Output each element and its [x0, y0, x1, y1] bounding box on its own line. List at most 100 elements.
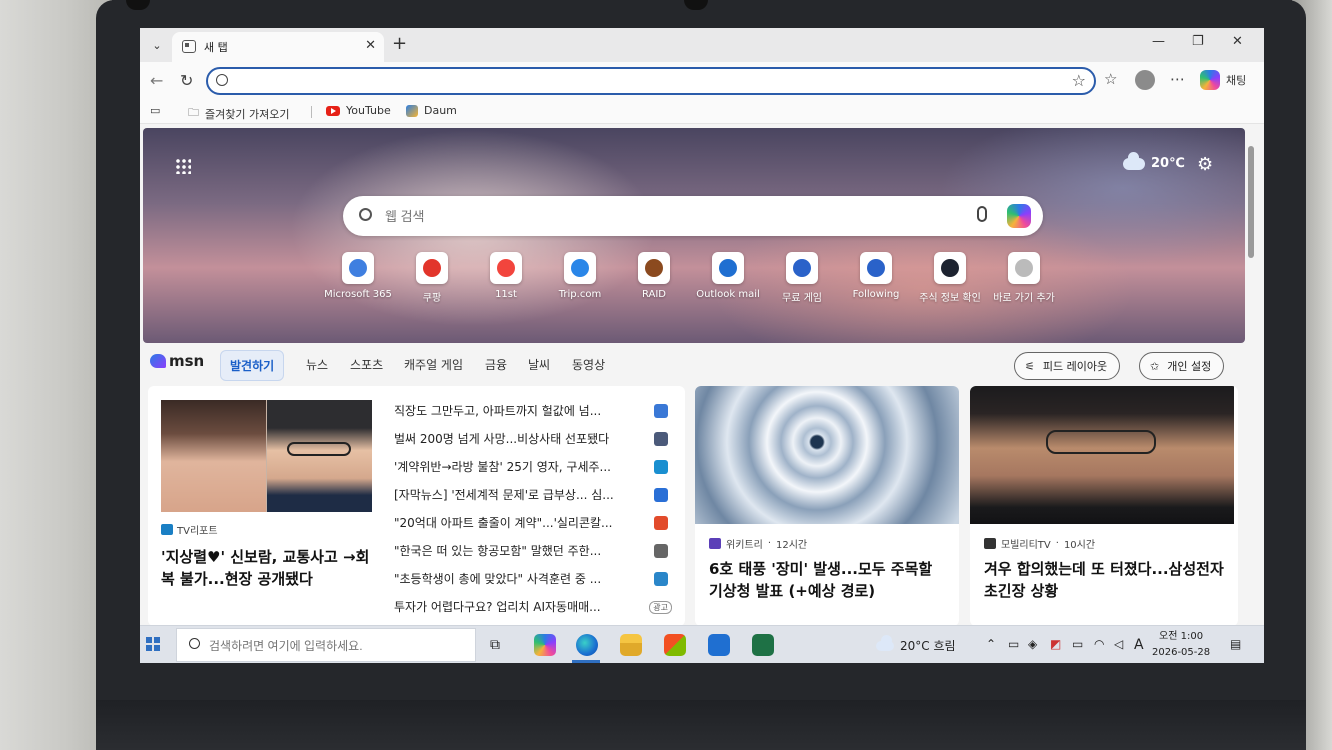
- lead-story-source: TV리포트: [161, 522, 218, 537]
- lead-story-image[interactable]: [161, 400, 372, 512]
- tray-app-icon[interactable]: ▭: [1008, 637, 1019, 651]
- notification-icon[interactable]: ▤: [1230, 637, 1241, 651]
- typhoon-image: [695, 386, 959, 524]
- tab-close-icon[interactable]: ✕: [365, 38, 376, 53]
- address-bar[interactable]: ☆: [206, 67, 1096, 95]
- web-search-box[interactable]: [343, 196, 1043, 236]
- refresh-button[interactable]: ↻: [180, 71, 193, 90]
- tile-mark: [867, 259, 885, 277]
- tile-following[interactable]: Following: [836, 252, 916, 300]
- headline-item[interactable]: 벌써 200명 넘게 사망...비상사태 선포됐다: [394, 430, 674, 450]
- tray-security-icon[interactable]: ◈: [1028, 637, 1037, 651]
- headline-item[interactable]: [자막뉴스] '전세계적 문제'로 급부상... 심...: [394, 486, 674, 506]
- msn-logo[interactable]: msn: [150, 352, 204, 370]
- more-menu-icon[interactable]: ⋯: [1170, 70, 1185, 88]
- task-view-icon[interactable]: ⧉: [490, 637, 500, 653]
- raid-icon: [638, 252, 670, 284]
- file-explorer-icon[interactable]: [620, 634, 642, 656]
- tile-raid[interactable]: RAID: [614, 252, 694, 300]
- favorite-daum[interactable]: Daum: [406, 104, 457, 117]
- tab-actions-menu[interactable]: ⌄: [146, 36, 168, 56]
- copilot-label[interactable]: 채팅: [1226, 72, 1246, 88]
- tile-add-shortcut[interactable]: 바로 가기 추가: [984, 252, 1064, 304]
- clock-date: 2026-05-28: [1152, 647, 1211, 658]
- search-copilot-icon[interactable]: [1007, 204, 1031, 228]
- tray-overflow-chevron-icon[interactable]: ⌃: [986, 637, 996, 651]
- taskbar-search-box[interactable]: [176, 628, 476, 662]
- news-card-typhoon[interactable]: 위키트리 · 12시간 6호 태풍 '장미' 발생...모두 주목할 기상청 발…: [695, 386, 959, 626]
- profile-avatar[interactable]: [1135, 70, 1155, 90]
- tile-label: 주식 정보 확인: [919, 293, 981, 304]
- wifi-icon[interactable]: ◠: [1094, 637, 1104, 651]
- tab-news[interactable]: 뉴스: [306, 356, 328, 373]
- feed-layout-button[interactable]: ⚟ 피드 레이아웃: [1014, 352, 1121, 380]
- app-launcher-icon[interactable]: [175, 158, 191, 174]
- cloud-icon: [1123, 151, 1145, 170]
- web-search-input[interactable]: [385, 206, 945, 226]
- headline-item[interactable]: "한국은 떠 있는 항공모함" 말했던 주한...: [394, 542, 674, 562]
- close-window-button[interactable]: ✕: [1232, 34, 1243, 49]
- tab-discover[interactable]: 발견하기: [220, 350, 285, 381]
- mail-icon[interactable]: [708, 634, 730, 656]
- taskbar-clock[interactable]: 오전 1:00 2026-05-28: [1152, 629, 1210, 661]
- add-shortcut-icon: [1008, 252, 1040, 284]
- publisher-icon: [654, 460, 668, 474]
- news-card-samsung[interactable]: 모빌리티TV · 10시간 겨우 합의했는데 또 터졌다...삼성전자 초긴장 …: [970, 386, 1238, 626]
- new-tab-button[interactable]: +: [392, 34, 407, 54]
- battery-icon[interactable]: ▭: [1072, 637, 1083, 651]
- weather-widget[interactable]: 20℃: [1123, 151, 1185, 171]
- publisher-icon: [654, 544, 668, 558]
- tile-outlook-mail[interactable]: Outlook mail: [688, 252, 768, 300]
- tray-warning-icon[interactable]: ◩: [1050, 637, 1061, 651]
- camera: [684, 0, 708, 10]
- excel-icon[interactable]: [752, 634, 774, 656]
- tab-casual-games[interactable]: 캐주얼 게임: [404, 356, 463, 373]
- taskbar-search-input[interactable]: [209, 637, 469, 655]
- publisher-icon: [654, 572, 668, 586]
- tile-coupang[interactable]: 쿠팡: [392, 252, 472, 304]
- collections-icon[interactable]: ▭: [150, 104, 160, 117]
- tile-stocks[interactable]: 주식 정보 확인: [910, 252, 990, 304]
- lead-story-title[interactable]: '지상렬♥' 신보람, 교통사고 →회복 불가...현장 공개됐다: [161, 546, 375, 590]
- personalize-button[interactable]: ✩ 개인 설정: [1139, 352, 1225, 380]
- tile-label: Following: [852, 289, 900, 300]
- favorite-import[interactable]: 🗀 즐겨찾기 가져오기: [188, 104, 289, 123]
- favorite-youtube[interactable]: YouTube: [326, 104, 391, 117]
- ime-indicator[interactable]: A: [1134, 637, 1144, 653]
- volume-icon[interactable]: ◁: [1114, 637, 1123, 651]
- address-input[interactable]: [236, 72, 1056, 90]
- edge-icon[interactable]: [576, 634, 598, 656]
- favorites-separator: [311, 106, 312, 118]
- page-scrollbar[interactable]: [1244, 128, 1258, 625]
- tab-video[interactable]: 동영상: [572, 356, 605, 373]
- card-title: 6호 태풍 '장미' 발생...모두 주목할 기상청 발표 (+예상 경로): [709, 560, 933, 600]
- settings-gear-icon[interactable]: ⚙: [1197, 154, 1213, 175]
- tab-weather[interactable]: 날씨: [528, 356, 550, 373]
- headline-item[interactable]: "20억대 아파트 출줄이 계약"...'실리콘칼...: [394, 514, 674, 534]
- headline-item-ad[interactable]: 투자가 어렵다구요? 업리치 AI자동매매... 광고: [394, 598, 674, 618]
- tile-trip-com[interactable]: Trip.com: [540, 252, 620, 300]
- tab-finance[interactable]: 금융: [485, 356, 507, 373]
- tab-sports[interactable]: 스포츠: [350, 356, 383, 373]
- quick-links: Microsoft 365 쿠팡 11st Trip.com RAID Outl…: [318, 252, 1078, 312]
- favorite-star-icon[interactable]: ☆: [1072, 71, 1086, 90]
- headline-item[interactable]: "초등학생이 총에 맞았다" 사격훈련 중 ...: [394, 570, 674, 590]
- scroll-thumb[interactable]: [1248, 146, 1254, 258]
- windows-start-icon[interactable]: [146, 637, 160, 651]
- tab-new-tab[interactable]: 새 탭 ✕: [172, 32, 384, 62]
- tile-free-games[interactable]: 무료 게임: [762, 252, 842, 304]
- tile-11st[interactable]: 11st: [466, 252, 546, 300]
- headline-item[interactable]: '계약위반→라방 불참' 25기 영자, 구세주...: [394, 458, 674, 478]
- folder-icon: 🗀: [188, 106, 199, 119]
- copilot-icon[interactable]: [1200, 70, 1220, 90]
- restore-button[interactable]: ❐: [1192, 34, 1204, 49]
- taskbar-weather[interactable]: 20°C 흐림: [876, 634, 956, 654]
- minimize-button[interactable]: —: [1152, 34, 1165, 49]
- store-icon[interactable]: [664, 634, 686, 656]
- copilot-taskbar-icon[interactable]: [534, 634, 556, 656]
- microphone-icon[interactable]: [977, 206, 987, 222]
- headline-item[interactable]: 직장도 그만두고, 아파트까지 헐값에 넘...: [394, 402, 674, 422]
- tile-microsoft-365[interactable]: Microsoft 365: [318, 252, 398, 300]
- back-button[interactable]: ←: [150, 71, 163, 90]
- favorites-icon[interactable]: ☆: [1104, 70, 1117, 88]
